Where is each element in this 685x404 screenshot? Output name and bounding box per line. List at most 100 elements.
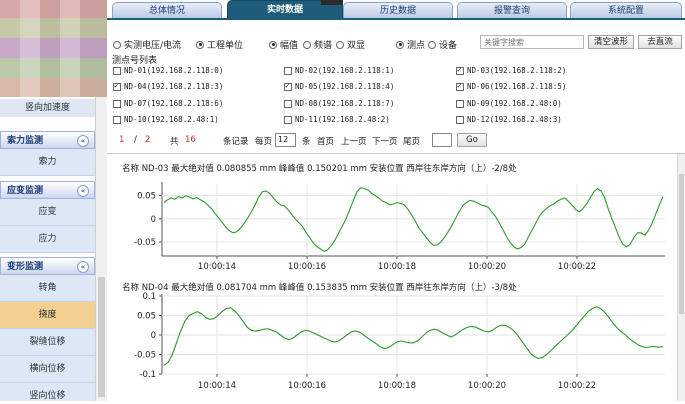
radio-label: 测点 bbox=[407, 41, 426, 51]
radio-label: 幅值 bbox=[280, 41, 299, 51]
tab-notch bbox=[321, 0, 343, 5]
per-page-input[interactable]: 12 bbox=[275, 133, 296, 147]
section-divider bbox=[107, 153, 685, 154]
sidebar-menu: 竖向加速度 索力监测 « 索力 应变监测 « 应变 应力 变形监测 « 转角 挠… bbox=[0, 97, 95, 401]
radio-icon[interactable] bbox=[113, 40, 121, 49]
radio-voltage-current[interactable]: 实测电压/电流 bbox=[113, 38, 181, 51]
remove-dc-button[interactable]: 去直流 bbox=[638, 35, 682, 49]
sidebar-scrollbar[interactable] bbox=[95, 97, 107, 401]
point-checkbox-nd-12[interactable]: ND-12(192.168.2.48:3) bbox=[456, 115, 562, 124]
point-label: ND-11(192.168.2.48:2) bbox=[295, 115, 390, 124]
search-input[interactable] bbox=[480, 35, 584, 49]
sidebar-scroll-thumb[interactable] bbox=[98, 277, 105, 397]
y-tick-label: 0.1 bbox=[142, 292, 156, 302]
checkbox-icon[interactable] bbox=[456, 81, 464, 91]
x-tick-label: 10:00:20 bbox=[468, 262, 506, 272]
sidebar-item-cable-force[interactable]: 索力 bbox=[0, 149, 95, 176]
collapse-icon[interactable]: « bbox=[77, 185, 89, 197]
tab-alarm-query[interactable]: 报警查询 bbox=[457, 2, 567, 19]
checkbox-icon[interactable] bbox=[113, 66, 121, 75]
prev-page-link[interactable]: 上一页 bbox=[341, 135, 367, 147]
sidebar-group-header[interactable]: 应变监测 « bbox=[0, 181, 95, 199]
radio-spectrum[interactable]: 频谱 bbox=[303, 38, 332, 51]
next-page-link[interactable]: 下一页 bbox=[372, 135, 398, 147]
radio-icon[interactable] bbox=[336, 40, 344, 49]
point-checkbox-nd-08[interactable]: ND-08(192.168.2.118:7) bbox=[284, 99, 394, 108]
sidebar-item-vertical-displacement[interactable]: 竖向位移 bbox=[0, 383, 95, 401]
page-separator: / bbox=[134, 135, 137, 145]
y-tick-label: 0 bbox=[151, 331, 156, 341]
radio-icon[interactable] bbox=[269, 40, 277, 49]
main-scrollbar[interactable] bbox=[677, 154, 685, 401]
collapse-icon[interactable]: « bbox=[77, 135, 89, 147]
point-label: ND-04(192.168.2.118:3) bbox=[124, 82, 224, 91]
point-checkbox-nd-02[interactable]: ND-02(192.168.2.118:1) bbox=[284, 66, 394, 75]
total-label: 共 bbox=[170, 137, 179, 147]
sidebar: 竖向加速度 索力监测 « 索力 应变监测 « 应变 应力 变形监测 « 转角 挠… bbox=[0, 0, 107, 401]
checkbox-icon[interactable] bbox=[456, 115, 464, 124]
radio-measure-point[interactable]: 测点 bbox=[396, 38, 425, 51]
radio-icon[interactable] bbox=[428, 40, 436, 49]
checkbox-icon[interactable] bbox=[113, 99, 121, 108]
radio-icon[interactable] bbox=[196, 40, 204, 49]
sidebar-group-title: 索力监测 bbox=[7, 136, 44, 146]
clear-waveform-button[interactable]: 清空波形 bbox=[588, 35, 634, 49]
radio-icon[interactable] bbox=[396, 40, 404, 49]
chart-nd-03: 名称 ND-03 最大绝对值 0.080855 mm 峰峰值 0.150201 … bbox=[107, 156, 677, 274]
point-checkbox-nd-05[interactable]: ND-05(192.168.2.118:4) bbox=[284, 81, 394, 91]
jump-page-input[interactable] bbox=[432, 133, 452, 147]
checkbox-icon[interactable] bbox=[456, 65, 464, 75]
point-label: ND-12(192.168.2.48:3) bbox=[467, 115, 562, 124]
tab-history[interactable]: 历史数据 bbox=[343, 2, 453, 19]
sidebar-item-rotation[interactable]: 转角 bbox=[0, 275, 95, 302]
chart-title: 名称 ND-03 最大绝对值 0.080855 mm 峰峰值 0.150201 … bbox=[122, 164, 517, 174]
main-scroll-thumb[interactable] bbox=[679, 174, 684, 314]
checkbox-icon[interactable] bbox=[284, 115, 292, 124]
last-page-link[interactable]: 尾页 bbox=[403, 135, 420, 147]
tab-overview[interactable]: 总体情况 bbox=[112, 2, 222, 19]
point-checkbox-nd-10[interactable]: ND-10(192.168.2.48:1) bbox=[113, 115, 219, 124]
tab-bar: 总体情况 实时数据 历史数据 报警查询 系统配置 bbox=[107, 0, 685, 20]
radio-engineering-unit[interactable]: 工程单位 bbox=[196, 38, 243, 51]
checkbox-icon[interactable] bbox=[284, 99, 292, 108]
point-label: ND-07(192.168.2.118:6) bbox=[124, 99, 224, 108]
total-count: 16 bbox=[185, 135, 196, 145]
radio-dual-display[interactable]: 双显 bbox=[336, 38, 365, 51]
first-page-link[interactable]: 首页 bbox=[317, 135, 334, 147]
sidebar-group-header[interactable]: 变形监测 « bbox=[0, 257, 95, 275]
sidebar-item-lateral-displacement[interactable]: 横向位移 bbox=[0, 356, 95, 383]
sidebar-item-crack-displacement[interactable]: 裂缝位移 bbox=[0, 329, 95, 356]
per-page-label: 每页 bbox=[255, 137, 273, 147]
sidebar-group-header[interactable]: 索力监测 « bbox=[0, 131, 95, 149]
point-checkbox-nd-04[interactable]: ND-04(192.168.2.118:3) bbox=[113, 81, 224, 91]
x-tick-label: 10:00:14 bbox=[198, 381, 236, 391]
checkbox-icon[interactable] bbox=[456, 99, 464, 108]
checkbox-icon[interactable] bbox=[284, 81, 292, 91]
checkbox-icon[interactable] bbox=[113, 81, 121, 91]
checkbox-icon[interactable] bbox=[113, 115, 121, 124]
point-list-title: 测点号列表 bbox=[112, 56, 158, 66]
point-checkbox-nd-11[interactable]: ND-11(192.168.2.48:2) bbox=[284, 115, 390, 124]
radio-device[interactable]: 设备 bbox=[428, 38, 457, 51]
sidebar-item-vertical-acceleration[interactable]: 竖向加速度 bbox=[0, 99, 95, 117]
tab-system-config[interactable]: 系统配置 bbox=[570, 2, 682, 19]
chart-title: 名称 ND-04 最大绝对值 0.081704 mm 峰峰值 0.153835 … bbox=[122, 283, 517, 293]
radio-amplitude[interactable]: 幅值 bbox=[269, 38, 298, 51]
y-tick-label: -0.05 bbox=[134, 238, 156, 248]
sidebar-group-strain: 应变监测 « 应变 应力 bbox=[0, 181, 95, 253]
go-button[interactable]: Go bbox=[457, 133, 487, 147]
page-count: 2 bbox=[145, 135, 151, 145]
checkbox-icon[interactable] bbox=[284, 66, 292, 75]
sidebar-item-deflection[interactable]: 挠度 bbox=[0, 302, 95, 329]
sidebar-group-title: 应变监测 bbox=[7, 186, 44, 196]
point-checkbox-nd-03[interactable]: ND-03(192.168.2.118:2) bbox=[456, 65, 566, 75]
collapse-icon[interactable]: « bbox=[77, 261, 89, 273]
radio-label: 工程单位 bbox=[207, 41, 244, 51]
radio-icon[interactable] bbox=[303, 40, 311, 49]
sidebar-item-strain[interactable]: 应变 bbox=[0, 199, 95, 226]
point-checkbox-nd-07[interactable]: ND-07(192.168.2.118:6) bbox=[113, 99, 223, 108]
point-checkbox-nd-01[interactable]: ND-01(192.168.2.118:0) bbox=[113, 66, 223, 75]
sidebar-item-stress[interactable]: 应力 bbox=[0, 226, 95, 253]
point-checkbox-nd-09[interactable]: ND-09(192.168.2.48:0) bbox=[456, 99, 562, 108]
point-checkbox-nd-06[interactable]: ND-06(192.168.2.118:5) bbox=[456, 81, 566, 91]
